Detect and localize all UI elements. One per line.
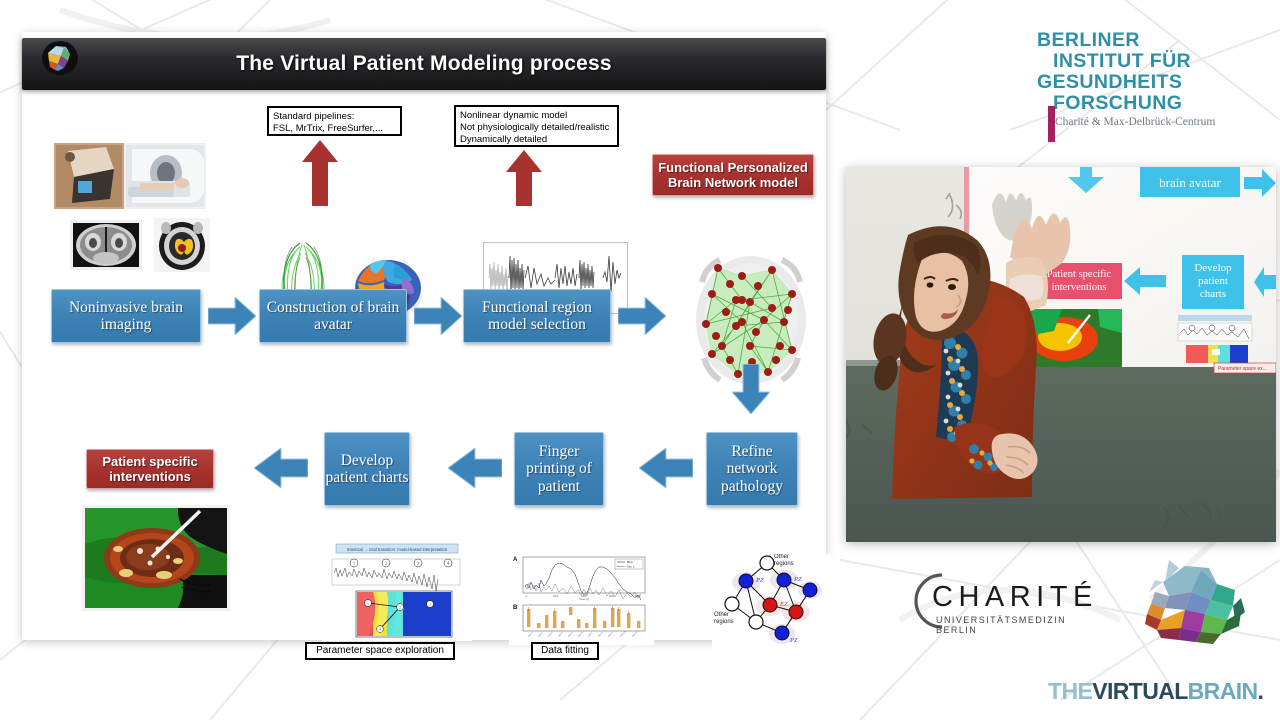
presentation-video[interactable]: brain avatar Patient specific interventi… — [846, 167, 1276, 542]
svg-text:3: 3 — [429, 602, 431, 606]
svg-text:4: 4 — [447, 561, 449, 566]
functional-personalized-brain-network-model-box[interactable]: Functional Personalized Brain Network mo… — [652, 154, 814, 196]
svg-text:4: 4 — [379, 627, 381, 631]
note-line: Nonlinear dynamic model — [460, 110, 568, 121]
left-arrow — [254, 448, 308, 488]
slide-title-bar: The Virtual Patient Modeling process — [22, 38, 826, 90]
pet-brain-slice — [154, 218, 210, 272]
right-arrow — [618, 297, 666, 335]
data-fitting-caption: Data fitting — [531, 642, 599, 660]
note-line: Not physiologically detailed/realistic — [460, 121, 610, 133]
slide-panel: The Virtual Patient Modeling process Sta… — [22, 32, 834, 660]
other-regions-label: regions — [774, 561, 794, 567]
bih-line-1: BERLINER — [1037, 29, 1140, 51]
pz-label: PZ — [789, 637, 798, 644]
parameter-space-plot: Interictal → ictal transition: model-bas… — [322, 541, 472, 641]
bih-line-2: INSTITUT FÜR — [1053, 50, 1192, 73]
svg-text:1: 1 — [353, 561, 355, 566]
note-line: Standard pipelines: — [273, 111, 355, 122]
charite-subtitle: UNIVERSITÄTSMEDIZIN BERLIN — [936, 615, 1067, 635]
box-label: Develop patient charts — [325, 451, 409, 486]
dynamic-model-note: Nonlinear dynamic model Not physiologica… — [454, 105, 619, 147]
refine-network-pathology-box[interactable]: Refine network pathology — [706, 432, 798, 506]
projected-parameter-space-label: Parameter space ex... — [1218, 366, 1267, 372]
bih-logo: BERLINER INSTITUT FÜR GESUNDHEITS FORSCH… — [1037, 29, 1277, 142]
svg-text:2: 2 — [385, 561, 387, 566]
data-fitting-plot: A BLDSim 1 Time (s) 0 1000 2000 3000 4000 B — [509, 553, 654, 645]
projected-develop-label: charts — [1200, 288, 1226, 300]
bih-line-3: GESUNDHEITS — [1037, 71, 1183, 94]
develop-patient-charts-box[interactable]: Develop patient charts — [324, 432, 410, 506]
panel-a-label: A — [513, 557, 518, 563]
svg-text:1000: 1000 — [553, 595, 559, 598]
pz-label: PZ — [793, 576, 802, 583]
box-label: Refine network pathology — [721, 442, 783, 495]
tvb-part-brain: BRAIN — [1187, 678, 1258, 704]
red-up-arrow — [506, 150, 542, 206]
red-up-arrow — [302, 140, 338, 206]
finger-printing-of-patient-box[interactable]: Finger printing of patient — [514, 432, 604, 506]
right-arrow — [414, 297, 462, 335]
mri-scanner-photo — [54, 143, 206, 209]
svg-text:Sim 1: Sim 1 — [627, 565, 635, 569]
svg-text:Interictal → ictal transition:: Interictal → ictal transition: model-bas… — [347, 547, 448, 552]
tvb-brain-polygon-logo-icon — [1145, 560, 1245, 644]
left-arrow — [448, 448, 502, 488]
projected-intervention-label: Patient specific — [1047, 269, 1112, 280]
box-label: Finger printing of patient — [526, 442, 592, 495]
surgery-photo — [82, 505, 230, 611]
parameter-space-exploration-caption: Parameter space exploration — [305, 642, 455, 660]
tvb-part-the: THE — [1048, 678, 1093, 704]
page-title: The Virtual Patient Modeling process — [236, 52, 612, 75]
svg-text:2000: 2000 — [581, 595, 587, 598]
caption-text: Data fitting — [541, 644, 589, 656]
svg-text:2: 2 — [399, 605, 401, 609]
patient-specific-interventions-box[interactable]: Patient specific interventions — [86, 449, 214, 489]
projected-develop-label: Develop — [1194, 262, 1232, 274]
projected-brain-avatar-label: brain avatar — [1159, 175, 1221, 190]
note-line: FSL, MrTrix, FreeSurfer,... — [273, 122, 383, 134]
bih-accent-bar — [1048, 106, 1055, 142]
epileptor-network-graph: PZ PZ PZ EZ Other regions Other regions — [712, 554, 834, 654]
box-label: Functional region model selection — [482, 298, 592, 333]
svg-text:4000: 4000 — [635, 595, 641, 598]
tvb-part-dot: . — [1257, 678, 1264, 704]
other-regions-label: regions — [714, 619, 734, 625]
box-label: Functional Personalized Brain Network mo… — [658, 159, 808, 190]
box-label: Construction of brain avatar — [266, 298, 400, 333]
right-arrow — [208, 297, 256, 335]
standard-pipelines-note: Standard pipelines: FSL, MrTrix, FreeSur… — [267, 106, 402, 136]
left-arrow — [639, 448, 693, 488]
ez-label: EZ — [779, 601, 788, 608]
note-line: Dynamically detailed — [460, 133, 548, 145]
tvb-part-virtual: VIRTUAL — [1092, 678, 1188, 704]
down-arrow — [732, 364, 770, 414]
bih-line-4: FORSCHUNG — [1053, 92, 1183, 115]
svg-text:1: 1 — [367, 601, 369, 605]
other-regions-label: Other — [774, 554, 789, 560]
bih-subtitle: Charité & Max-Delbrück-Centrum — [1055, 116, 1216, 129]
box-label: Patient specific interventions — [102, 453, 198, 484]
tvb-brain-logo-icon — [42, 41, 78, 75]
svg-text:3: 3 — [417, 561, 419, 566]
box-label: Noninvasive brain imaging — [68, 298, 184, 333]
caption-text: Parameter space exploration — [316, 644, 444, 656]
projected-develop-label: patient — [1198, 275, 1228, 287]
charite-logo: CHARITÉ UNIVERSITÄTSMEDIZIN BERLIN — [880, 565, 1100, 637]
tvb-wordmark: THEVIRTUALBRAIN. — [1048, 678, 1264, 705]
panel-b-label: B — [513, 605, 518, 611]
pz-label: PZ — [755, 577, 764, 584]
functional-region-model-selection-box[interactable]: Functional region model selection — [463, 289, 611, 343]
construction-of-brain-avatar-box[interactable]: Construction of brain avatar — [259, 289, 407, 343]
charite-wordmark: CHARITÉ — [932, 581, 1098, 613]
svg-text:3000: 3000 — [609, 595, 615, 598]
noninvasive-brain-imaging-box[interactable]: Noninvasive brain imaging — [51, 289, 201, 343]
other-regions-label: Other — [714, 612, 729, 618]
structural-mri-slice — [70, 220, 142, 270]
projected-intervention-label: interventions — [1052, 282, 1107, 293]
svg-text:BLD: BLD — [627, 560, 634, 564]
